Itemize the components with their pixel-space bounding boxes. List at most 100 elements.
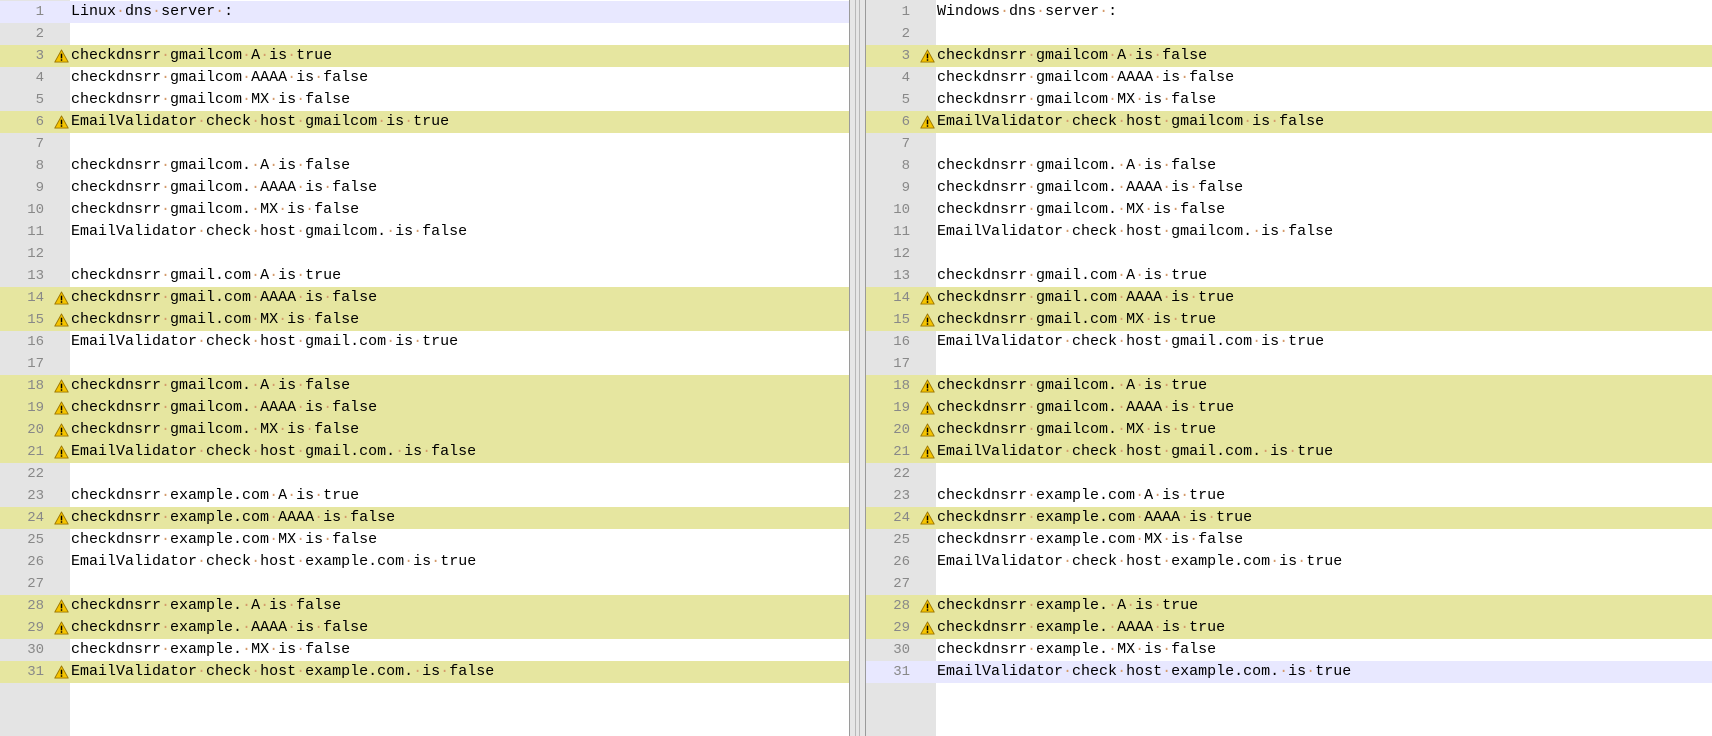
code-line[interactable]: 4 checkdnsrr·gmailcom·AAAA·is·false bbox=[0, 67, 849, 89]
diff-line[interactable]: 29 checkdnsrr·example.·AAAA·is·true bbox=[866, 617, 1712, 639]
diff-line[interactable]: 3 checkdnsrr·gmailcom·A·is·false bbox=[866, 45, 1712, 67]
code-line[interactable]: 2 bbox=[0, 23, 849, 45]
code-line[interactable]: 16 EmailValidator·check·host·gmail.com·is… bbox=[0, 331, 849, 353]
diff-line[interactable]: 29 checkdnsrr·example.·AAAA·is·false bbox=[0, 617, 849, 639]
diff-line[interactable]: 19 checkdnsrr·gmailcom.·AAAA·is·true bbox=[866, 397, 1712, 419]
line-number: 8 bbox=[901, 158, 910, 174]
code-line[interactable]: 27 bbox=[866, 573, 1712, 595]
code-line[interactable]: 2 bbox=[866, 23, 1712, 45]
line-number: 15 bbox=[893, 312, 910, 328]
right-editor-pane[interactable]: 1 Windows·dns·server·: 2 3 checkdnsrr·gmailc… bbox=[866, 0, 1712, 736]
code-line[interactable]: 12 bbox=[866, 243, 1712, 265]
line-text: EmailValidator·check·host·gmailcom.·is·f… bbox=[937, 223, 1334, 240]
line-number: 26 bbox=[27, 554, 44, 570]
code-line[interactable]: 8 checkdnsrr·gmailcom.·A·is·false bbox=[0, 155, 849, 177]
diff-line[interactable]: 18 checkdnsrr·gmailcom.·A·is·true bbox=[866, 375, 1712, 397]
left-editor-pane[interactable]: 1 Linux·dns·server·: 2 3 checkdnsrr·gmailcom… bbox=[0, 0, 849, 736]
line-text: checkdnsrr·example.·A·is·false bbox=[71, 597, 342, 614]
line-number: 1 bbox=[35, 4, 44, 20]
code-line[interactable]: 27 bbox=[0, 573, 849, 595]
code-line[interactable]: 17 bbox=[0, 353, 849, 375]
line-number: 16 bbox=[893, 334, 910, 350]
code-line[interactable]: 1 Linux·dns·server·: bbox=[0, 1, 849, 23]
warning-triangle-icon bbox=[54, 291, 69, 305]
code-line[interactable]: 22 bbox=[866, 463, 1712, 485]
line-text: checkdnsrr·gmailcom·AAAA·is·false bbox=[71, 69, 369, 86]
diff-line[interactable]: 24 checkdnsrr·example.com·AAAA·is·false bbox=[0, 507, 849, 529]
line-text: checkdnsrr·gmailcom·MX·is·false bbox=[71, 91, 351, 108]
diff-line[interactable]: 14 checkdnsrr·gmail.com·AAAA·is·true bbox=[866, 287, 1712, 309]
diff-line[interactable]: 24 checkdnsrr·example.com·AAAA·is·true bbox=[866, 507, 1712, 529]
code-line[interactable]: 17 bbox=[866, 353, 1712, 375]
line-text: checkdnsrr·example.com·A·is·true bbox=[937, 487, 1226, 504]
code-line[interactable]: 9 checkdnsrr·gmailcom.·AAAA·is·false bbox=[866, 177, 1712, 199]
code-line[interactable]: 4 checkdnsrr·gmailcom·AAAA·is·false bbox=[866, 67, 1712, 89]
line-text: checkdnsrr·gmailcom·MX·is·false bbox=[937, 91, 1217, 108]
code-line[interactable]: 9 checkdnsrr·gmailcom.·AAAA·is·false bbox=[0, 177, 849, 199]
line-number: 22 bbox=[893, 466, 910, 482]
line-number: 20 bbox=[893, 422, 910, 438]
diff-line[interactable]: 21 EmailValidator·check·host·gmail.com.·i… bbox=[0, 441, 849, 463]
code-line[interactable]: 31 EmailValidator·check·host·example.com.… bbox=[866, 661, 1712, 683]
line-text: checkdnsrr·gmailcom.·A·is·true bbox=[937, 377, 1208, 394]
diff-line[interactable]: 15 checkdnsrr·gmail.com·MX·is·true bbox=[866, 309, 1712, 331]
diff-line[interactable]: 28 checkdnsrr·example.·A·is·false bbox=[0, 595, 849, 617]
warning-triangle-icon bbox=[54, 401, 69, 415]
code-line[interactable]: 10 checkdnsrr·gmailcom.·MX·is·false bbox=[866, 199, 1712, 221]
code-line[interactable]: 26 EmailValidator·check·host·example.com·… bbox=[0, 551, 849, 573]
code-line[interactable]: 25 checkdnsrr·example.com·MX·is·false bbox=[866, 529, 1712, 551]
diff-line[interactable]: 28 checkdnsrr·example.·A·is·true bbox=[866, 595, 1712, 617]
warning-triangle-icon bbox=[920, 423, 935, 437]
code-line[interactable]: 10 checkdnsrr·gmailcom.·MX·is·false bbox=[0, 199, 849, 221]
code-line[interactable]: 8 checkdnsrr·gmailcom.·A·is·false bbox=[866, 155, 1712, 177]
line-number: 27 bbox=[27, 576, 44, 592]
warning-triangle-icon bbox=[920, 445, 935, 459]
code-line[interactable]: 30 checkdnsrr·example.·MX·is·false bbox=[866, 639, 1712, 661]
line-text: checkdnsrr·gmailcom.·A·is·false bbox=[71, 157, 351, 174]
diff-line[interactable]: 20 checkdnsrr·gmailcom.·MX·is·false bbox=[0, 419, 849, 441]
diff-line[interactable]: 3 checkdnsrr·gmailcom·A·is·true bbox=[0, 45, 849, 67]
code-line[interactable]: 23 checkdnsrr·example.com·A·is·true bbox=[866, 485, 1712, 507]
diff-line[interactable]: 6 EmailValidator·check·host·gmailcom·is·t… bbox=[0, 111, 849, 133]
warning-triangle-icon bbox=[54, 313, 69, 327]
line-number: 12 bbox=[893, 246, 910, 262]
code-line[interactable]: 12 bbox=[0, 243, 849, 265]
code-line[interactable]: 11 EmailValidator·check·host·gmailcom.·is… bbox=[0, 221, 849, 243]
line-text: checkdnsrr·gmailcom.·A·is·false bbox=[937, 157, 1217, 174]
pane-splitter[interactable] bbox=[849, 0, 866, 736]
diff-line[interactable]: 19 checkdnsrr·gmailcom.·AAAA·is·false bbox=[0, 397, 849, 419]
code-line[interactable]: 11 EmailValidator·check·host·gmailcom.·is… bbox=[866, 221, 1712, 243]
diff-line[interactable]: 6 EmailValidator·check·host·gmailcom·is·f… bbox=[866, 111, 1712, 133]
code-line[interactable]: 13 checkdnsrr·gmail.com·A·is·true bbox=[866, 265, 1712, 287]
diff-line[interactable]: 15 checkdnsrr·gmail.com·MX·is·false bbox=[0, 309, 849, 331]
code-line[interactable]: 26 EmailValidator·check·host·example.com·… bbox=[866, 551, 1712, 573]
code-line[interactable]: 16 EmailValidator·check·host·gmail.com·is… bbox=[866, 331, 1712, 353]
code-line[interactable]: 5 checkdnsrr·gmailcom·MX·is·false bbox=[0, 89, 849, 111]
left-lines: 1 Linux·dns·server·: 2 3 checkdnsrr·gmailcom… bbox=[0, 1, 849, 683]
line-text: EmailValidator·check·host·gmail.com·is·t… bbox=[71, 333, 459, 350]
line-text: checkdnsrr·gmailcom.·MX·is·false bbox=[71, 201, 360, 218]
code-line[interactable]: 5 checkdnsrr·gmailcom·MX·is·false bbox=[866, 89, 1712, 111]
line-text: checkdnsrr·gmailcom.·MX·is·true bbox=[937, 421, 1217, 438]
code-line[interactable]: 7 bbox=[866, 133, 1712, 155]
code-line[interactable]: 1 Windows·dns·server·: bbox=[866, 1, 1712, 23]
line-number: 29 bbox=[893, 620, 910, 636]
line-text: checkdnsrr·example.·MX·is·false bbox=[71, 641, 351, 658]
diff-line[interactable]: 21 EmailValidator·check·host·gmail.com.·i… bbox=[866, 441, 1712, 463]
line-number: 16 bbox=[27, 334, 44, 350]
warning-triangle-icon bbox=[920, 511, 935, 525]
code-line[interactable]: 23 checkdnsrr·example.com·A·is·true bbox=[0, 485, 849, 507]
diff-line[interactable]: 18 checkdnsrr·gmailcom.·A·is·false bbox=[0, 375, 849, 397]
code-line[interactable]: 7 bbox=[0, 133, 849, 155]
code-line[interactable]: 25 checkdnsrr·example.com·MX·is·false bbox=[0, 529, 849, 551]
diff-line[interactable]: 14 checkdnsrr·gmail.com·AAAA·is·false bbox=[0, 287, 849, 309]
code-line[interactable]: 30 checkdnsrr·example.·MX·is·false bbox=[0, 639, 849, 661]
diff-line[interactable]: 31 EmailValidator·check·host·example.com.… bbox=[0, 661, 849, 683]
code-line[interactable]: 22 bbox=[0, 463, 849, 485]
line-number: 1 bbox=[901, 4, 910, 20]
line-number: 30 bbox=[893, 642, 910, 658]
code-line[interactable]: 13 checkdnsrr·gmail.com·A·is·true bbox=[0, 265, 849, 287]
line-text: checkdnsrr·example.com·AAAA·is·false bbox=[71, 509, 396, 526]
line-text: checkdnsrr·gmailcom·A·is·false bbox=[937, 47, 1208, 64]
diff-line[interactable]: 20 checkdnsrr·gmailcom.·MX·is·true bbox=[866, 419, 1712, 441]
